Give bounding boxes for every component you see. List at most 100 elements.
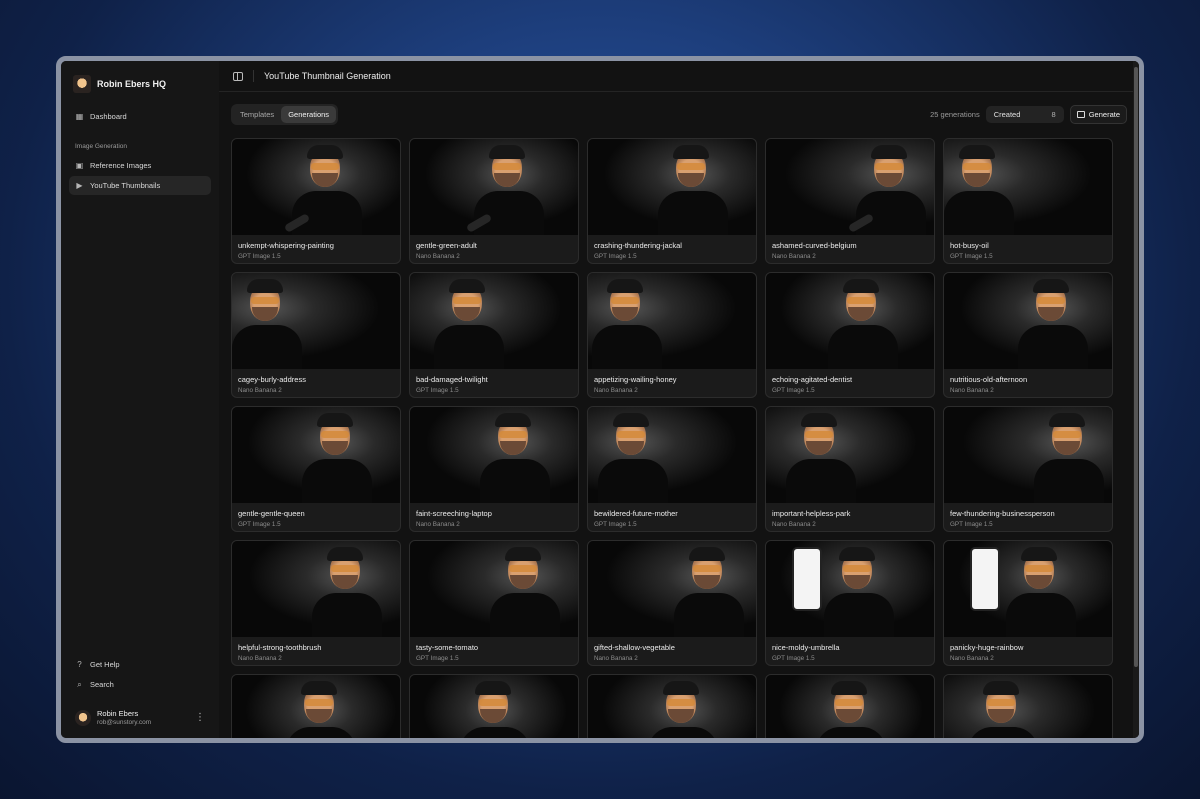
thumbnail-card[interactable]: gentle-gentle-queen GPT Image 1.5	[231, 406, 401, 532]
thumbnail-card[interactable]	[943, 674, 1113, 738]
user-menu[interactable]: Robin Ebers rob@sunstory.com ⋮	[69, 695, 211, 726]
thumbnail-image[interactable]	[588, 139, 756, 235]
sidebar-toggle-icon[interactable]	[233, 71, 243, 81]
tab-generations[interactable]: Generations	[281, 105, 337, 123]
thumbnail-card[interactable]: appetizing-wailing-honey Nano Banana 2	[587, 272, 757, 398]
thumbnail-card[interactable]: echoing-agitated-dentist GPT Image 1.5	[765, 272, 935, 398]
thumbnail-image[interactable]	[766, 675, 934, 738]
grid-icon: ▦	[75, 112, 84, 121]
thumbnail-card[interactable]	[765, 674, 935, 738]
thumbnail-card[interactable]: few-thundering-businessperson GPT Image 1…	[943, 406, 1113, 532]
card-title: cagey-burly-address	[238, 375, 306, 384]
thumbnail-card[interactable]: panicky-huge-rainbow Nano Banana 2	[943, 540, 1113, 666]
card-model: Nano Banana 2	[238, 387, 282, 394]
sort-filter-select[interactable]: Created 8	[985, 105, 1064, 123]
page-title: YouTube Thumbnail Generation	[264, 71, 391, 81]
toolbar: Templates Generations 25 generations Cre…	[219, 92, 1139, 136]
thumbnail-card[interactable]: tasty-some-tomato GPT Image 1.5	[409, 540, 579, 666]
thumbnail-image[interactable]	[766, 273, 934, 369]
thumbnail-image[interactable]	[232, 675, 400, 738]
thumbnail-image[interactable]	[410, 273, 578, 369]
thumbnail-card[interactable]: nutritious-old-afternoon Nano Banana 2	[943, 272, 1113, 398]
card-model: Nano Banana 2	[950, 387, 994, 394]
card-title: gifted-shallow-vegetable	[594, 643, 675, 652]
thumbnail-card[interactable]: bewildered-future-mother GPT Image 1.5	[587, 406, 757, 532]
thumbnail-image[interactable]	[232, 139, 400, 235]
thumbnail-card[interactable]: gentle-green-adult Nano Banana 2	[409, 138, 579, 264]
thumbnail-card[interactable]: crashing-thundering-jackal GPT Image 1.5	[587, 138, 757, 264]
sidebar-item-search[interactable]: ⌕ Search	[69, 675, 211, 694]
card-title: important-helpless-park	[772, 509, 851, 518]
card-model: Nano Banana 2	[772, 521, 816, 528]
thumbnail-card[interactable]	[587, 674, 757, 738]
thumbnail-card[interactable]	[231, 674, 401, 738]
card-model: GPT Image 1.5	[238, 253, 281, 260]
generate-button[interactable]: Generate	[1069, 104, 1127, 124]
thumbnail-image[interactable]	[766, 407, 934, 503]
thumbnail-image[interactable]	[588, 273, 756, 369]
thumbnail-image[interactable]	[944, 541, 1112, 637]
scroll-thumb[interactable]	[1134, 67, 1138, 667]
search-icon: ⌕	[77, 680, 82, 689]
filter-count: 8	[1051, 109, 1056, 119]
sidebar: Robin Ebers HQ ▦ Dashboard Image Generat…	[61, 61, 219, 738]
thumbnail-card[interactable]: faint-screeching-laptop Nano Banana 2	[409, 406, 579, 532]
thumbnail-image[interactable]	[944, 139, 1112, 235]
thumbnail-image[interactable]	[766, 541, 934, 637]
scrollbar[interactable]	[1133, 61, 1139, 738]
thumbnail-card[interactable]: ashamed-curved-belgium Nano Banana 2	[765, 138, 935, 264]
thumbnail-image[interactable]	[766, 139, 934, 235]
thumbnail-card[interactable]: helpful-strong-toothbrush Nano Banana 2	[231, 540, 401, 666]
generation-count: 25 generations	[930, 109, 980, 119]
thumbnail-card[interactable]: bad-damaged-twilight GPT Image 1.5	[409, 272, 579, 398]
thumbnail-card[interactable]: nice-moldy-umbrella GPT Image 1.5	[765, 540, 935, 666]
sidebar-item-dashboard[interactable]: ▦ Dashboard	[69, 107, 211, 126]
thumbnail-image[interactable]	[232, 407, 400, 503]
youtube-icon: ▶	[76, 181, 83, 190]
help-icon: ?	[77, 660, 82, 669]
sidebar-item-youtube-thumbnails[interactable]: ▶ YouTube Thumbnails	[69, 176, 211, 195]
thumbnail-image[interactable]	[232, 273, 400, 369]
filter-label: Created	[993, 109, 1021, 119]
more-vertical-icon[interactable]: ⋮	[195, 712, 205, 723]
card-title: gentle-green-adult	[416, 241, 477, 250]
thumbnail-card[interactable]: cagey-burly-address Nano Banana 2	[231, 272, 401, 398]
thumbnail-image[interactable]	[944, 273, 1112, 369]
tab-templates[interactable]: Templates	[233, 106, 281, 123]
thumbnail-image[interactable]	[588, 541, 756, 637]
card-model: Nano Banana 2	[772, 253, 816, 260]
thumbnail-image[interactable]	[410, 139, 578, 235]
card-model: GPT Image 1.5	[950, 253, 993, 260]
section-label: Image Generation	[75, 143, 128, 150]
thumbnail-image[interactable]	[232, 541, 400, 637]
sidebar-item-label: YouTube Thumbnails	[90, 181, 161, 190]
card-title: unkempt-whispering-painting	[238, 241, 334, 250]
image-plus-icon	[1076, 110, 1085, 118]
user-name: Robin Ebers	[97, 709, 139, 718]
sidebar-item-reference-images[interactable]: ▣ Reference Images	[69, 156, 211, 175]
thumbnail-card[interactable]	[409, 674, 579, 738]
thumbnail-card[interactable]: unkempt-whispering-painting GPT Image 1.5	[231, 138, 401, 264]
thumbnail-image[interactable]	[410, 675, 578, 738]
card-title: nutritious-old-afternoon	[950, 375, 1028, 384]
sidebar-item-get-help[interactable]: ? Get Help	[69, 655, 211, 674]
card-model: Nano Banana 2	[416, 253, 460, 260]
workspace-switcher[interactable]: Robin Ebers HQ	[69, 71, 211, 107]
card-title: nice-moldy-umbrella	[772, 643, 840, 652]
thumbnail-image[interactable]	[410, 541, 578, 637]
card-model: Nano Banana 2	[594, 655, 638, 662]
thumbnail-card[interactable]: important-helpless-park Nano Banana 2	[765, 406, 935, 532]
card-title: few-thundering-businessperson	[950, 509, 1055, 518]
thumbnail-image[interactable]	[410, 407, 578, 503]
thumbnail-card[interactable]: hot-busy-oil GPT Image 1.5	[943, 138, 1113, 264]
toolbar-actions: 25 generations Created 8 Generate	[930, 104, 1127, 124]
thumbnail-image[interactable]	[944, 407, 1112, 503]
thumbnail-image[interactable]	[588, 675, 756, 738]
card-title: appetizing-wailing-honey	[594, 375, 677, 384]
thumbnail-grid: unkempt-whispering-painting GPT Image 1.5…	[231, 138, 1127, 738]
thumbnail-card[interactable]: gifted-shallow-vegetable Nano Banana 2	[587, 540, 757, 666]
thumbnail-image[interactable]	[588, 407, 756, 503]
card-title: tasty-some-tomato	[416, 643, 479, 652]
generate-label: Generate	[1088, 109, 1120, 119]
thumbnail-image[interactable]	[944, 675, 1112, 738]
